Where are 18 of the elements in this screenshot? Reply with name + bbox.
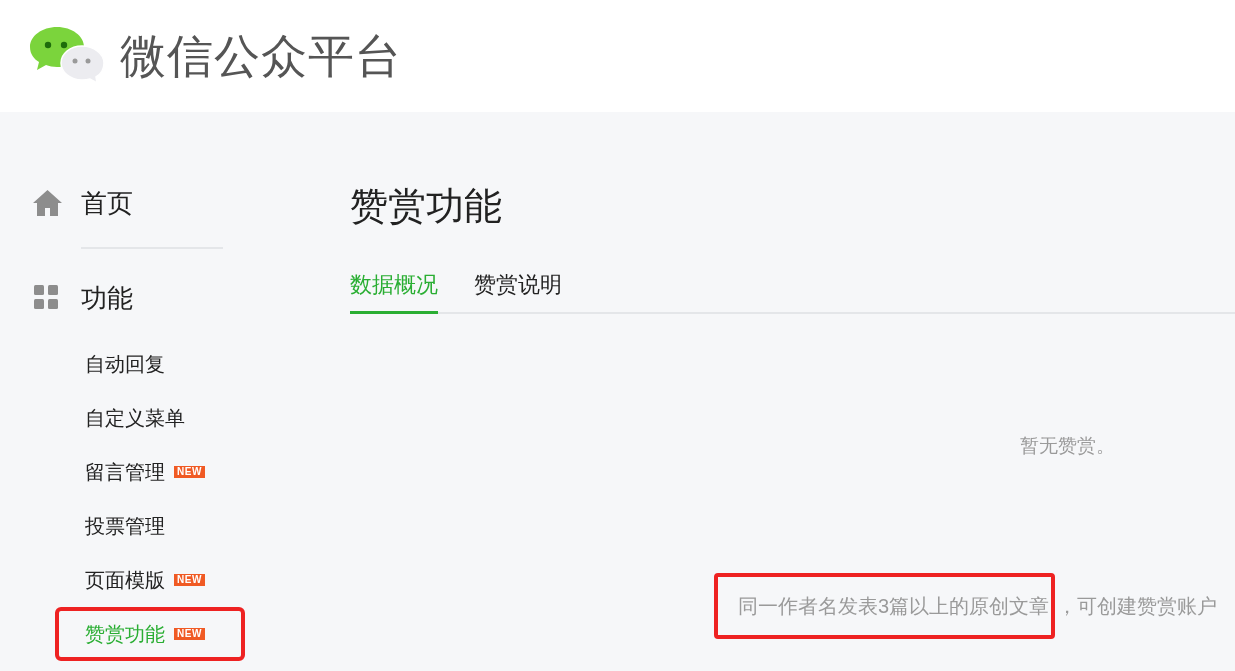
notice-text: ，可创建赞赏账户 [1057, 593, 1218, 619]
empty-message: 暂无赞赏。 [1020, 434, 1115, 458]
new-badge: NEW [174, 574, 205, 586]
section-heading: 功能 [81, 281, 133, 315]
grid-icon [32, 284, 60, 312]
tab[interactable]: 赞赏说明 [474, 268, 562, 314]
page-title: 赞赏功能 [350, 184, 503, 229]
menu-item[interactable]: 自动回复 [85, 349, 165, 379]
new-badge: NEW [174, 466, 205, 478]
home-link[interactable]: 首页 [81, 183, 133, 223]
menu-item[interactable]: 投票管理 [85, 511, 165, 541]
menu-item[interactable]: 留言管理 [85, 457, 165, 487]
platform-title: 微信公众平台 [120, 28, 402, 84]
menu-item[interactable]: 自定义菜单 [85, 403, 185, 433]
notice-text: 同一作者名发表3篇以上的原创文章 [714, 572, 1056, 639]
new-badge: NEW [174, 628, 205, 640]
menu-item[interactable]: 页面模版 [85, 565, 165, 595]
home-icon [32, 189, 63, 217]
